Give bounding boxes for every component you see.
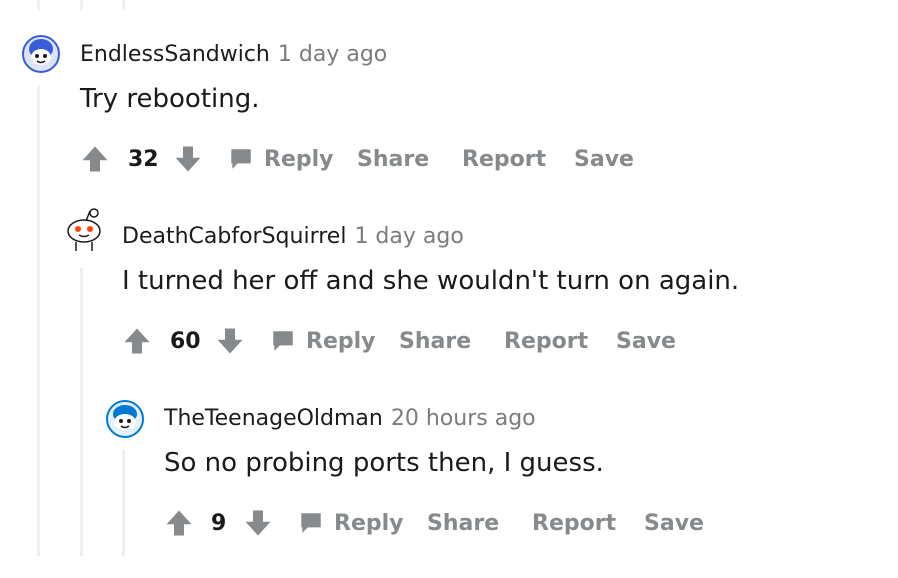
- comment-meta: EndlessSandwich 1 day ago: [80, 42, 387, 67]
- comment-icon: [231, 149, 251, 169]
- vote-score: 60: [170, 328, 201, 354]
- comment-body: I turned her off and she wouldn't turn o…: [122, 266, 740, 296]
- downvote-icon[interactable]: [173, 141, 203, 177]
- save-button[interactable]: Save: [616, 323, 676, 359]
- comment-icon: [301, 513, 321, 533]
- snoo-avatar-icon: [106, 400, 144, 438]
- author-name[interactable]: EndlessSandwich: [80, 42, 270, 67]
- upvote-icon[interactable]: [122, 323, 152, 359]
- avatar[interactable]: [106, 400, 144, 438]
- thread-line-top[interactable]: [122, 0, 125, 10]
- save-button[interactable]: Save: [574, 141, 634, 177]
- snoo-avatar-icon: [67, 208, 101, 251]
- author-name[interactable]: TheTeenageOldman: [164, 406, 383, 431]
- thread-line-top[interactable]: [80, 0, 83, 10]
- timestamp[interactable]: 20 hours ago: [391, 406, 536, 431]
- reply-button[interactable]: Reply: [298, 505, 404, 541]
- reply-label: Reply: [264, 146, 334, 172]
- downvote-icon[interactable]: [243, 505, 273, 541]
- upvote-icon[interactable]: [80, 141, 110, 177]
- avatar[interactable]: [64, 207, 104, 253]
- reply-button[interactable]: Reply: [228, 141, 334, 177]
- comment-meta: TheTeenageOldman 20 hours ago: [164, 406, 536, 431]
- thread-line-level-2[interactable]: [80, 268, 83, 556]
- author-name[interactable]: DeathCabforSquirrel: [122, 224, 346, 249]
- downvote-icon[interactable]: [215, 323, 245, 359]
- comment-meta: DeathCabforSquirrel 1 day ago: [122, 224, 464, 249]
- report-button[interactable]: Report: [532, 505, 616, 541]
- report-button[interactable]: Report: [462, 141, 546, 177]
- reply-button[interactable]: Reply: [270, 323, 376, 359]
- avatar[interactable]: [22, 35, 60, 73]
- reply-label: Reply: [306, 328, 376, 354]
- comment-body: So no probing ports then, I guess.: [164, 448, 604, 478]
- upvote-icon[interactable]: [164, 505, 194, 541]
- thread-line-top[interactable]: [37, 0, 40, 10]
- save-button[interactable]: Save: [644, 505, 704, 541]
- share-button[interactable]: Share: [427, 505, 499, 541]
- thread-line-level-3[interactable]: [122, 450, 125, 556]
- thread-line-level-1[interactable]: [37, 86, 40, 556]
- snoo-avatar-icon: [22, 35, 60, 73]
- share-button[interactable]: Share: [357, 141, 429, 177]
- comment-icon: [273, 331, 293, 351]
- vote-score: 9: [211, 510, 227, 536]
- reply-label: Reply: [334, 510, 404, 536]
- share-button[interactable]: Share: [399, 323, 471, 359]
- timestamp[interactable]: 1 day ago: [278, 42, 387, 67]
- vote-score: 32: [128, 146, 159, 172]
- timestamp[interactable]: 1 day ago: [354, 224, 463, 249]
- report-button[interactable]: Report: [504, 323, 588, 359]
- comment-body: Try rebooting.: [80, 84, 260, 114]
